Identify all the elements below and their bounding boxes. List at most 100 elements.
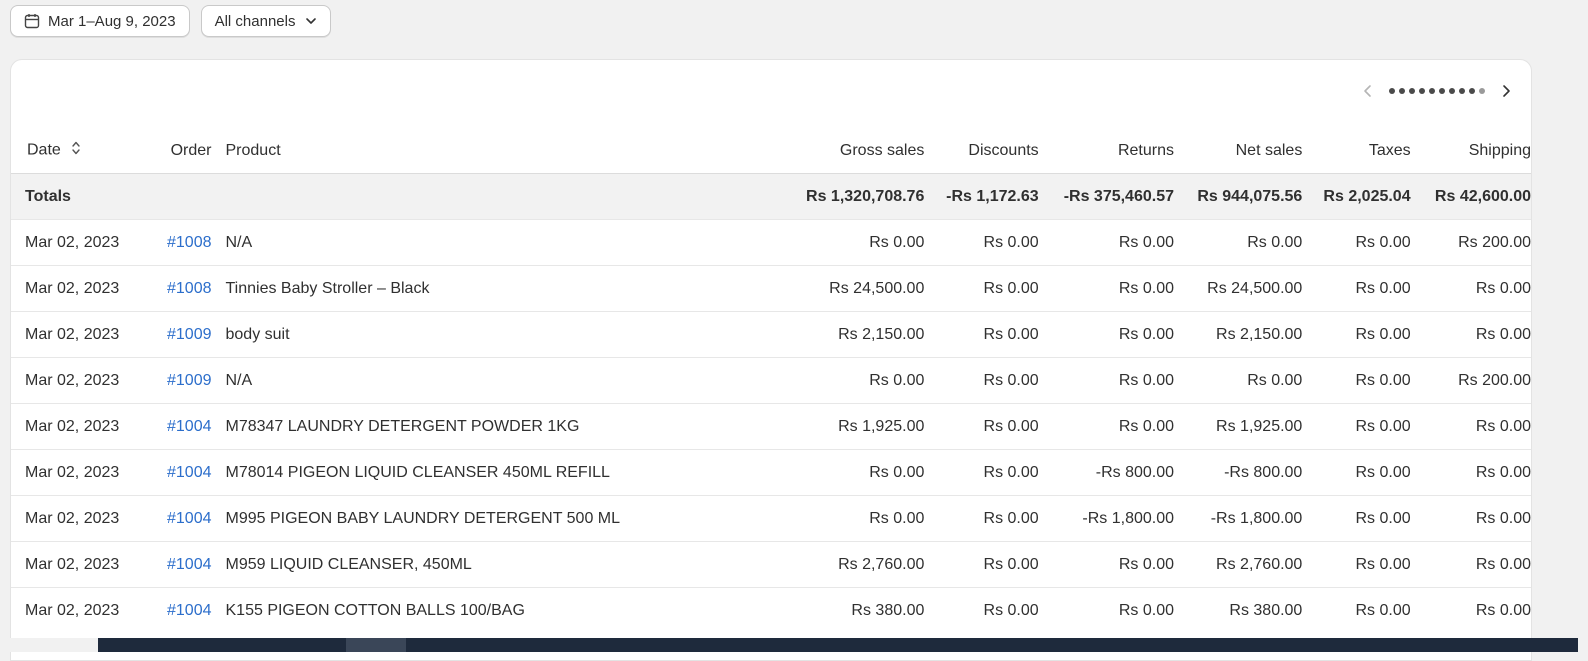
order-link[interactable]: #1004 [167,602,212,619]
date-range-label: Mar 1–Aug 9, 2023 [48,12,176,30]
sort-icon[interactable] [71,140,81,161]
row-taxes: Rs 0.00 [1355,601,1411,619]
row-discounts-cell: Rs 0.00 [924,495,1039,542]
totals-returns: -Rs 375,460.57 [1038,173,1174,220]
pager-dot[interactable] [1439,88,1445,94]
row-date: Mar 02, 2023 [25,371,120,389]
table-row: Mar 02, 2023 #1009 N/A Rs 0.00 Rs 0.00 Rs 0.0… [11,357,1531,404]
row-gross-sales: Rs 1,925.00 [838,417,925,435]
row-returns: -Rs 800.00 [1095,463,1174,481]
order-link[interactable]: #1008 [167,280,212,297]
pager-dot[interactable] [1429,88,1435,94]
date-range-button[interactable]: Mar 1–Aug 9, 2023 [10,5,190,37]
row-taxes: Rs 0.00 [1355,555,1411,573]
row-net-sales: -Rs 1,800.00 [1210,509,1303,527]
row-shipping: Rs 0.00 [1475,417,1531,435]
order-link[interactable]: #1004 [167,418,212,435]
row-date-cell: Mar 02, 2023 [11,357,147,404]
pager-dot[interactable] [1449,88,1455,94]
row-product-cell: N/A [211,357,668,404]
row-order-link-cell: #1004 [146,587,212,633]
pager-dot[interactable] [1479,88,1485,94]
row-discounts: Rs 0.00 [983,279,1039,297]
row-product-cell: Tinnies Baby Stroller – Black [211,265,668,312]
row-order-link-cell: #1004 [146,403,212,450]
row-gross-sales-cell: Rs 380.00 [667,587,925,633]
row-date-cell: Mar 02, 2023 [11,495,147,542]
table-row: Mar 02, 2023 #1008 N/A Rs 0.00 Rs 0.00 Rs 0.0… [11,219,1531,266]
row-discounts: Rs 0.00 [983,509,1039,527]
row-date-cell: Mar 02, 2023 [11,587,147,633]
row-product-cell: N/A [211,219,668,266]
row-net-sales: Rs 0.00 [1247,371,1303,389]
row-product-cell: M959 LIQUID CLEANSER, 450ML [211,541,668,588]
row-shipping: Rs 0.00 [1475,601,1531,619]
date-header-label: Date [27,141,61,159]
column-header-taxes[interactable]: Taxes [1302,128,1411,174]
column-header-date[interactable]: Date [11,128,146,174]
column-header-discounts[interactable]: Discounts [924,128,1038,174]
row-returns: -Rs 1,800.00 [1082,509,1174,527]
pager-dot[interactable] [1459,88,1465,94]
order-link[interactable]: #1008 [167,234,212,251]
row-net-sales-cell: Rs 0.00 [1174,219,1303,266]
column-header-returns[interactable]: Returns [1039,128,1174,174]
pager-dot[interactable] [1469,88,1475,94]
row-net-sales-cell: Rs 2,760.00 [1174,541,1303,588]
filter-bar: Mar 1–Aug 9, 2023 All channels [10,5,332,37]
row-taxes: Rs 0.00 [1355,371,1411,389]
totals-row: Totals Rs 1,320,708.76 -Rs 1,172.63 -Rs … [11,173,1531,220]
channel-filter-button[interactable]: All channels [200,5,332,37]
pager-dot[interactable] [1409,88,1415,94]
row-taxes-cell: Rs 0.00 [1302,265,1411,312]
column-header-shipping[interactable]: Shipping [1411,128,1531,174]
row-order-link-cell: #1004 [146,495,212,542]
chevron-left-icon[interactable] [1357,80,1379,102]
order-link[interactable]: #1009 [167,372,212,389]
row-discounts: Rs 0.00 [983,371,1039,389]
row-returns-cell: Rs 0.00 [1038,311,1174,358]
row-gross-sales: Rs 0.00 [869,509,925,527]
row-order-link-cell: #1009 [146,311,212,358]
row-discounts: Rs 0.00 [983,233,1039,251]
row-date-cell: Mar 02, 2023 [11,219,147,266]
order-link[interactable]: #1009 [167,326,212,343]
order-link[interactable]: #1004 [167,510,212,527]
row-returns-cell: -Rs 800.00 [1038,449,1174,496]
row-date-cell: Mar 02, 2023 [11,403,147,450]
totals-discounts: -Rs 1,172.63 [924,173,1039,220]
order-link[interactable]: #1004 [167,464,212,481]
column-header-order[interactable]: Order [146,128,212,174]
row-taxes: Rs 0.00 [1355,325,1411,343]
chevron-right-icon[interactable] [1495,80,1517,102]
row-net-sales: Rs 1,925.00 [1216,417,1303,435]
row-product: Tinnies Baby Stroller – Black [225,279,430,297]
row-gross-sales-cell: Rs 0.00 [667,357,925,404]
row-discounts: Rs 0.00 [983,325,1039,343]
order-link[interactable]: #1004 [167,556,212,573]
row-order-link-cell: #1009 [146,357,212,404]
row-discounts-cell: Rs 0.00 [924,265,1039,312]
row-discounts-cell: Rs 0.00 [924,541,1039,588]
row-taxes: Rs 0.00 [1355,417,1411,435]
column-header-net-sales[interactable]: Net sales [1174,128,1303,174]
row-discounts-cell: Rs 0.00 [924,311,1039,358]
column-header-gross-sales[interactable]: Gross sales [668,128,924,174]
pager-dot[interactable] [1389,88,1395,94]
column-header-product[interactable]: Product [212,128,668,174]
pager-dot[interactable] [1419,88,1425,94]
calendar-icon [24,13,40,29]
row-net-sales-cell: Rs 0.00 [1174,357,1303,404]
row-gross-sales: Rs 24,500.00 [829,279,925,297]
row-net-sales: Rs 0.00 [1247,233,1303,251]
row-net-sales-cell: Rs 24,500.00 [1174,265,1303,312]
pager-dot[interactable] [1399,88,1405,94]
totals-net-sales: Rs 944,075.56 [1174,173,1303,220]
table-row: Mar 02, 2023 #1004 M78347 LAUNDRY DETERGEN… [11,403,1531,450]
taskbar-strip [0,638,1588,652]
row-discounts-cell: Rs 0.00 [924,449,1039,496]
row-product: M78347 LAUNDRY DETERGENT POWDER 1KG [225,417,580,435]
row-product: M959 LIQUID CLEANSER, 450ML [225,555,472,573]
row-discounts-cell: Rs 0.00 [924,219,1039,266]
row-shipping-cell: Rs 0.00 [1410,449,1531,496]
